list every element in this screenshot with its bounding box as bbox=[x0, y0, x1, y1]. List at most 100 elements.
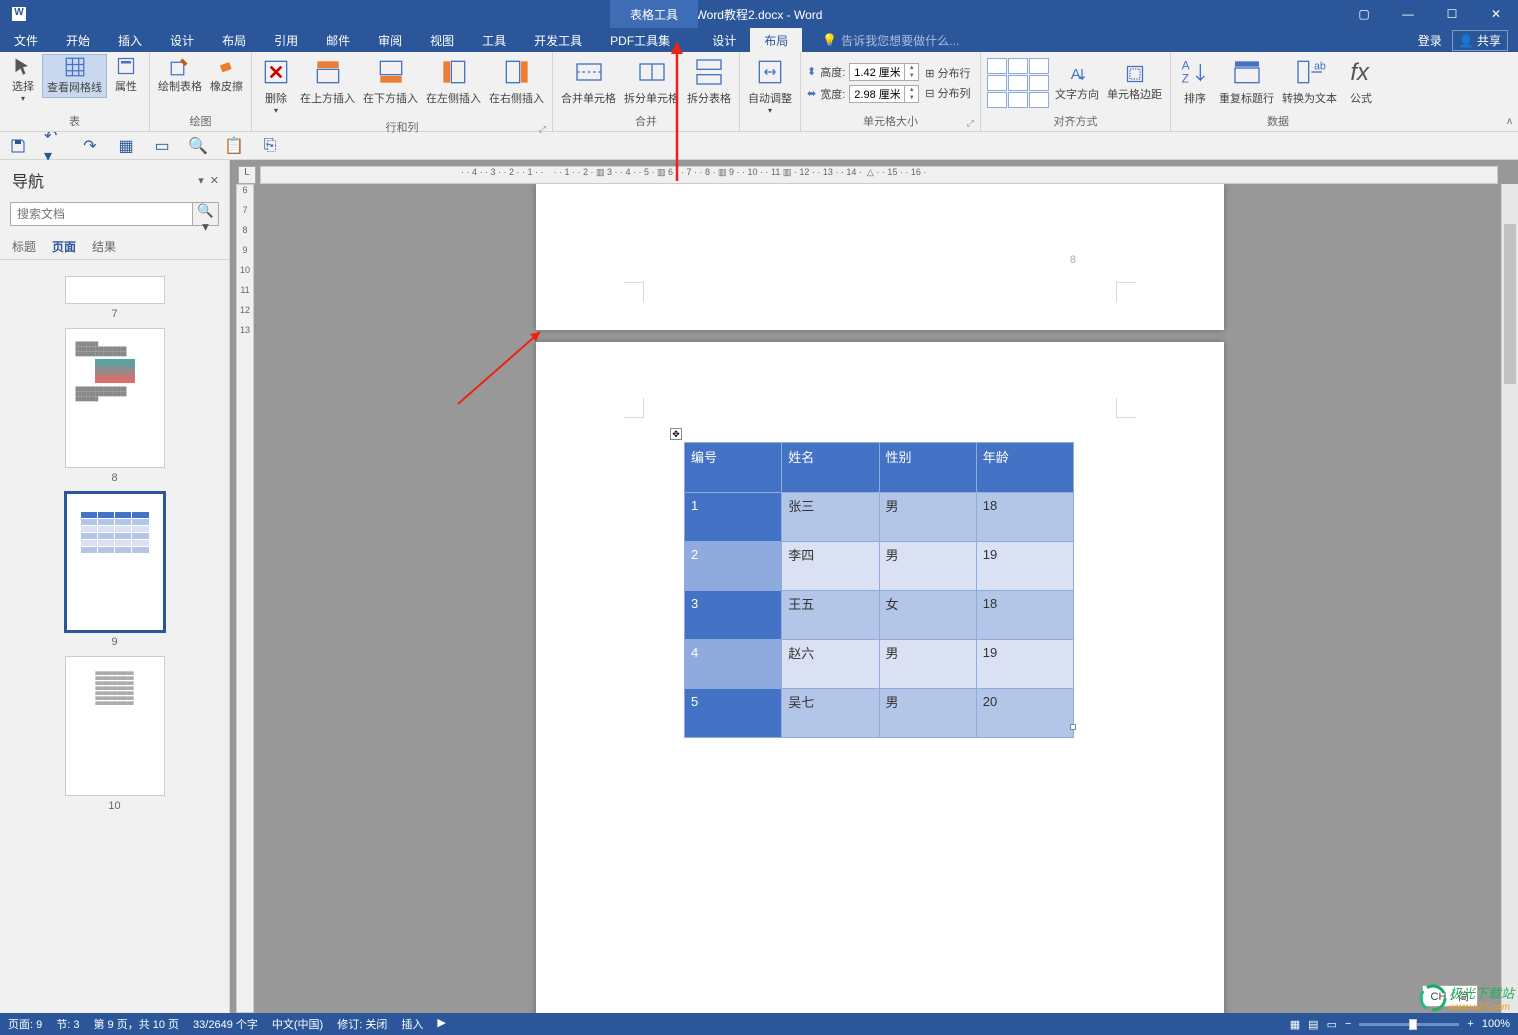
align-mc[interactable] bbox=[1008, 75, 1028, 91]
cell-margins-button[interactable]: 单元格边距 bbox=[1103, 62, 1166, 104]
nav-tab-headings[interactable]: 标题 bbox=[12, 238, 36, 255]
split-cells-button[interactable]: 拆分单元格 bbox=[620, 54, 683, 108]
tab-developer[interactable]: 开发工具 bbox=[520, 28, 596, 53]
insert-left-button[interactable]: 在左侧插入 bbox=[422, 54, 485, 108]
status-page-of[interactable]: 第 9 页，共 10 页 bbox=[93, 1016, 179, 1032]
tab-home[interactable]: 开始 bbox=[52, 28, 104, 53]
convert-to-text-button[interactable]: abc转换为文本 bbox=[1278, 54, 1341, 108]
table-row[interactable]: 5吴七男20 bbox=[685, 689, 1074, 738]
nav-tab-results[interactable]: 结果 bbox=[92, 238, 116, 255]
tab-review[interactable]: 审阅 bbox=[364, 28, 416, 53]
align-bc[interactable] bbox=[1008, 92, 1028, 108]
insert-above-button[interactable]: 在上方插入 bbox=[296, 54, 359, 108]
th-id[interactable]: 编号 bbox=[685, 443, 782, 493]
qat-btn-4[interactable]: ▦ bbox=[116, 136, 136, 156]
save-button[interactable] bbox=[8, 136, 28, 156]
nav-search[interactable]: 🔍 ▾ bbox=[10, 202, 219, 226]
qat-btn-7[interactable]: 📋 bbox=[224, 136, 244, 156]
scrollbar-thumb[interactable] bbox=[1504, 224, 1516, 384]
align-mr[interactable] bbox=[1029, 75, 1049, 91]
split-table-button[interactable]: 拆分表格 bbox=[683, 54, 735, 108]
thumb-page-9[interactable] bbox=[65, 492, 165, 632]
th-age[interactable]: 年龄 bbox=[976, 443, 1073, 493]
spin-up-icon[interactable]: ▲ bbox=[905, 86, 918, 94]
horizontal-ruler[interactable]: · · 4 · · 3 · · 2 · · 1 · · · · 1 · · 2 … bbox=[260, 166, 1498, 184]
align-ml[interactable] bbox=[987, 75, 1007, 91]
insert-below-button[interactable]: 在下方插入 bbox=[359, 54, 422, 108]
zoom-in-button[interactable]: + bbox=[1467, 1018, 1473, 1030]
thumb-page-10[interactable]: ████████████████████████████████████████… bbox=[65, 656, 165, 796]
vertical-scrollbar[interactable] bbox=[1501, 184, 1518, 1013]
zoom-slider[interactable] bbox=[1359, 1023, 1459, 1026]
spin-up-icon[interactable]: ▲ bbox=[905, 64, 918, 72]
autofit-button[interactable]: 自动调整▾ bbox=[744, 54, 796, 117]
tab-table-design[interactable]: 设计 bbox=[698, 28, 750, 53]
repeat-header-button[interactable]: 重复标题行 bbox=[1215, 54, 1278, 108]
redo-button[interactable]: ↷ bbox=[80, 136, 100, 156]
properties-button[interactable]: 属性 bbox=[107, 54, 145, 96]
tab-table-layout[interactable]: 布局 bbox=[750, 28, 802, 53]
tell-me-input[interactable]: 💡告诉我您想要做什么... bbox=[822, 32, 959, 49]
delete-button[interactable]: 删除▾ bbox=[256, 54, 296, 117]
merge-cells-button[interactable]: 合并单元格 bbox=[557, 54, 620, 108]
tab-mailings[interactable]: 邮件 bbox=[312, 28, 364, 53]
select-button[interactable]: 选择▾ bbox=[4, 54, 42, 105]
pages-container[interactable]: 8 ✥ 编号 姓名 性别 年龄 1张三男18 bbox=[260, 184, 1518, 1013]
document-table[interactable]: 编号 姓名 性别 年龄 1张三男18 2李四男19 3王五女18 4赵六男19 … bbox=[684, 442, 1074, 738]
dialog-launcher-icon[interactable]: ⤢ bbox=[539, 124, 546, 135]
tab-tools[interactable]: 工具 bbox=[468, 28, 520, 53]
nav-search-input[interactable] bbox=[11, 203, 192, 225]
distribute-rows-button[interactable]: ⊞ 分布行 bbox=[925, 65, 970, 81]
status-macro-icon[interactable]: ▶ bbox=[437, 1016, 445, 1032]
view-read-mode-icon[interactable]: ▦ bbox=[1290, 1018, 1300, 1031]
thumb-page-8[interactable]: ████████████████████████████████████████… bbox=[65, 328, 165, 468]
tab-design[interactable]: 设计 bbox=[156, 28, 208, 53]
status-page[interactable]: 页面: 9 bbox=[8, 1016, 42, 1032]
table-move-handle-icon[interactable]: ✥ bbox=[670, 428, 682, 440]
zoom-slider-thumb[interactable] bbox=[1409, 1019, 1417, 1030]
insert-right-button[interactable]: 在右侧插入 bbox=[485, 54, 548, 108]
nav-search-button[interactable]: 🔍 ▾ bbox=[192, 203, 218, 225]
alignment-grid[interactable] bbox=[985, 56, 1051, 110]
table-resize-handle[interactable] bbox=[1070, 724, 1076, 730]
minimize-button[interactable]: — bbox=[1386, 0, 1430, 28]
tab-pdf-tools[interactable]: PDF工具集 bbox=[596, 28, 684, 53]
status-track-changes[interactable]: 修订: 关闭 bbox=[337, 1016, 387, 1032]
undo-button[interactable]: ↶ ▾ bbox=[44, 136, 64, 156]
height-spinner[interactable]: ▲▼ bbox=[849, 63, 919, 81]
qat-btn-6[interactable]: 🔍 bbox=[188, 136, 208, 156]
table-row[interactable]: 4赵六男19 bbox=[685, 640, 1074, 689]
th-gender[interactable]: 性别 bbox=[879, 443, 976, 493]
align-tr[interactable] bbox=[1029, 58, 1049, 74]
eraser-button[interactable]: 橡皮擦 bbox=[206, 54, 247, 96]
tab-view[interactable]: 视图 bbox=[416, 28, 468, 53]
sign-in-link[interactable]: 登录 bbox=[1418, 32, 1442, 49]
tab-file[interactable]: 文件 bbox=[0, 28, 52, 53]
status-word-count[interactable]: 33/2649 个字 bbox=[193, 1016, 258, 1032]
text-direction-button[interactable]: A文字方向 bbox=[1051, 62, 1103, 104]
share-button[interactable]: 👤 共享 bbox=[1452, 30, 1508, 51]
maximize-button[interactable]: ☐ bbox=[1430, 0, 1474, 28]
zoom-level[interactable]: 100% bbox=[1482, 1018, 1510, 1030]
ribbon-display-options[interactable]: ▢ bbox=[1342, 0, 1386, 28]
view-print-layout-icon[interactable]: ▤ bbox=[1308, 1018, 1318, 1031]
height-input[interactable] bbox=[850, 66, 904, 78]
page-9[interactable]: ✥ 编号 姓名 性别 年龄 1张三男18 2李四男19 3王五女18 4赵 bbox=[536, 342, 1224, 1013]
align-br[interactable] bbox=[1029, 92, 1049, 108]
status-language[interactable]: 中文(中国) bbox=[272, 1016, 323, 1032]
spin-down-icon[interactable]: ▼ bbox=[905, 72, 918, 80]
zoom-out-button[interactable]: − bbox=[1345, 1018, 1351, 1030]
draw-table-button[interactable]: 绘制表格 bbox=[154, 54, 206, 96]
formula-button[interactable]: fx公式 bbox=[1341, 54, 1381, 108]
nav-dropdown-icon[interactable]: ▾ bbox=[198, 174, 204, 187]
width-spinner[interactable]: ▲▼ bbox=[849, 85, 919, 103]
ruler-corner[interactable]: L bbox=[238, 166, 256, 184]
th-name[interactable]: 姓名 bbox=[782, 443, 879, 493]
collapse-ribbon-icon[interactable]: ʌ bbox=[1507, 116, 1512, 127]
vertical-ruler[interactable]: 2112345678910111213 bbox=[236, 184, 254, 1013]
view-gridlines-button[interactable]: 查看网格线 bbox=[42, 54, 107, 98]
table-row[interactable]: 3王五女18 bbox=[685, 591, 1074, 640]
tab-layout[interactable]: 布局 bbox=[208, 28, 260, 53]
align-tl[interactable] bbox=[987, 58, 1007, 74]
align-bl[interactable] bbox=[987, 92, 1007, 108]
